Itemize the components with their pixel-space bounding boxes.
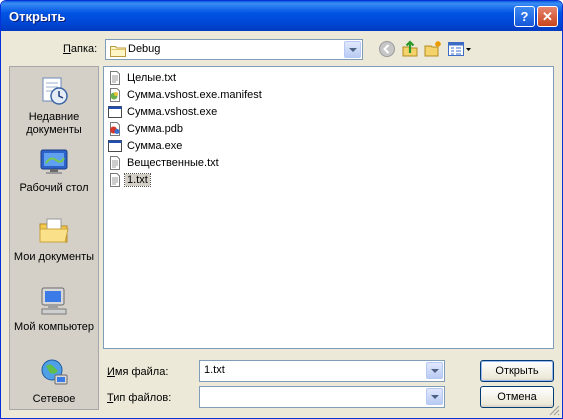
help-button[interactable]: ? xyxy=(514,6,535,27)
chevron-down-icon[interactable] xyxy=(426,388,443,405)
chevron-down-icon[interactable] xyxy=(344,41,361,58)
file-list[interactable]: Целые.txt Сумма.vshost.exe.manifest Сумм… xyxy=(103,66,554,349)
file-name: Сумма.vshost.exe.manifest xyxy=(127,89,262,101)
back-icon[interactable] xyxy=(378,40,396,58)
filename-label: Имя файла: xyxy=(107,366,169,378)
filetype-select[interactable] xyxy=(199,386,445,408)
new-folder-icon[interactable] xyxy=(424,40,442,58)
text-file-icon xyxy=(110,173,120,187)
list-item[interactable]: Целые.txt xyxy=(108,70,178,86)
place-my-computer[interactable]: Мой компьютер xyxy=(10,285,98,334)
file-name: Сумма.exe xyxy=(127,140,183,152)
place-desktop[interactable]: Рабочий стол xyxy=(10,146,98,195)
place-label: Мой компьютер xyxy=(13,321,95,333)
filename-value: 1.txt xyxy=(204,364,225,376)
window-title: Открыть xyxy=(9,9,66,24)
list-item-selected[interactable]: 1.txt xyxy=(108,172,151,188)
chevron-down-icon[interactable] xyxy=(426,362,443,379)
list-item[interactable]: Сумма.exe xyxy=(108,138,184,154)
list-item[interactable]: Сумма.pdb xyxy=(108,121,185,137)
desktop-icon xyxy=(40,149,68,174)
network-icon xyxy=(41,359,68,385)
file-name: Сумма.pdb xyxy=(127,123,183,135)
open-file-dialog: Открыть ? ✕ Папка: Debug Недавние докуме… xyxy=(0,0,563,419)
text-file-icon xyxy=(110,71,120,85)
place-my-documents[interactable]: Мои документы xyxy=(10,215,98,264)
file-name: Вещественные.txt xyxy=(127,157,219,169)
open-button[interactable]: Открыть xyxy=(480,360,554,382)
places-bar: Недавние документы Рабочий стол Мои доку… xyxy=(9,66,99,410)
my-computer-icon xyxy=(41,287,67,315)
place-recent-documents[interactable]: Недавние документы xyxy=(10,75,98,137)
list-item[interactable]: Сумма.vshost.exe xyxy=(108,104,219,120)
filetype-label: Тип файлов: xyxy=(107,392,172,404)
folder-label: Папка: xyxy=(63,43,98,55)
list-item[interactable]: Вещественные.txt xyxy=(108,155,221,171)
pdb-file-icon xyxy=(110,122,120,136)
recent-documents-icon xyxy=(42,77,68,105)
exe-file-icon xyxy=(108,140,122,152)
up-folder-icon[interactable] xyxy=(401,40,419,58)
file-name: Сумма.vshost.exe xyxy=(127,106,218,118)
place-label: Рабочий стол xyxy=(19,182,89,194)
filename-input[interactable]: 1.txt xyxy=(199,360,445,382)
place-label: Недавние документы xyxy=(26,111,82,136)
manifest-file-icon xyxy=(110,88,120,102)
text-file-icon xyxy=(110,156,120,170)
exe-file-icon xyxy=(108,106,122,118)
resize-grip-icon[interactable] xyxy=(548,404,560,416)
my-documents-icon xyxy=(39,218,69,243)
place-label: Сетевое xyxy=(32,393,76,405)
file-name: 1.txt xyxy=(124,173,151,187)
place-label: Мои документы xyxy=(13,251,95,263)
list-item[interactable]: Сумма.vshost.exe.manifest xyxy=(108,87,264,103)
view-menu-icon[interactable] xyxy=(447,40,473,58)
file-name: Целые.txt xyxy=(127,72,177,84)
close-button[interactable]: ✕ xyxy=(537,6,558,27)
folder-value: Debug xyxy=(128,43,161,55)
folder-combo[interactable]: Debug xyxy=(105,39,363,60)
place-network[interactable]: Сетевое xyxy=(10,357,98,406)
folder-icon xyxy=(110,46,126,57)
cancel-button[interactable]: Отмена xyxy=(480,386,554,408)
title-bar[interactable]: Открыть ? ✕ xyxy=(1,1,562,31)
